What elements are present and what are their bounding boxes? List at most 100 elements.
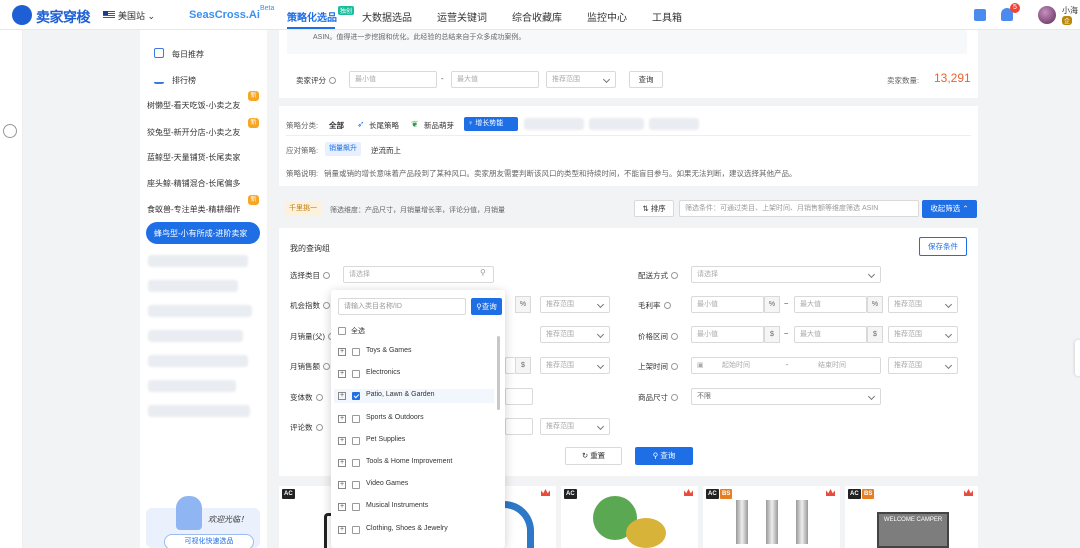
sidebar-item-bluewhale[interactable]: 蓝鲸型-天量铺货-长尾卖家	[147, 152, 240, 163]
book-icon[interactable]	[974, 9, 986, 21]
opportunity-range-select[interactable]: 推荐范围	[540, 296, 610, 313]
sprout-icon: ❦	[411, 119, 419, 129]
bar-chart-icon	[154, 74, 164, 84]
sales-range-select[interactable]: 推荐范围	[540, 326, 610, 343]
save-conditions-button[interactable]: 保存条件	[919, 237, 967, 256]
category-longtail[interactable]: 长尾策略	[369, 120, 399, 131]
expand-icon[interactable]: +	[338, 525, 346, 534]
sidebar-item-sloth[interactable]: 树懒型-看天吃饭-小卖之友	[147, 100, 240, 111]
unit-dollar: $	[867, 326, 883, 343]
category-checkbox[interactable]	[352, 481, 360, 490]
filter-dims: 筛选维度：产品尺寸，月销量增长率，评论分值，月销量	[330, 207, 505, 214]
category-item-label: Pet Supplies	[366, 435, 406, 443]
response-against-tide[interactable]: 逆流而上	[371, 145, 401, 156]
listing-range-select[interactable]: 推荐范围	[888, 357, 958, 374]
seller-rating-range-select[interactable]: 推荐范围	[546, 71, 616, 88]
category-checkbox[interactable]	[352, 370, 360, 379]
seller-query-button[interactable]: 查询	[629, 71, 663, 88]
user-name[interactable]: 小海	[1062, 5, 1078, 16]
expand-icon[interactable]: +	[338, 503, 346, 512]
category-select[interactable]: 请选择	[343, 266, 494, 283]
blurred-item	[148, 305, 252, 317]
sidebar-item-hummingbird[interactable]: 蜂鸟型-小有所成-进阶卖家	[146, 222, 260, 244]
price-min-input[interactable]: 最小值	[691, 326, 764, 343]
variants-input-partial[interactable]	[505, 388, 533, 405]
nav-monitor[interactable]: 监控中心	[587, 9, 627, 24]
category-growth[interactable]: ♀ 增长势能	[464, 117, 518, 131]
collapse-filter-button[interactable]: 收起筛选 ⌃	[922, 200, 977, 218]
select-all-checkbox[interactable]	[338, 327, 346, 335]
size-select[interactable]: 不限	[691, 388, 881, 405]
expand-icon[interactable]: +	[338, 459, 346, 467]
query-button[interactable]: ⚲ 查询	[635, 447, 693, 465]
category-checkbox[interactable]	[352, 414, 360, 423]
margin-min-input[interactable]: 最小值	[691, 296, 764, 313]
category-item[interactable]: + Toys & Games	[338, 345, 498, 359]
category-checkbox[interactable]	[352, 459, 360, 467]
sidebar-item-ranking[interactable]: 排行榜	[172, 75, 196, 86]
category-item[interactable]: + Video Games	[338, 478, 498, 492]
site-selector[interactable]: 美国站 ⌄	[118, 9, 155, 22]
price-max-input[interactable]: 最大值	[794, 326, 867, 343]
category-item[interactable]: + Sports & Outdoors	[338, 412, 498, 426]
expand-icon[interactable]: +	[338, 436, 346, 445]
product-card[interactable]: AC BS WELCOME CAMPER	[845, 486, 978, 548]
category-item[interactable]: + Patio, Lawn & Garden	[334, 389, 494, 404]
nav-strategy-selection[interactable]: 策略化选品	[287, 9, 337, 24]
reviews-range-select[interactable]: 推荐范围	[540, 418, 610, 435]
category-search-button[interactable]: ⚲查询	[471, 298, 502, 315]
nav-big-data[interactable]: 大数据选品	[362, 9, 412, 24]
avatar[interactable]	[1038, 6, 1056, 24]
reviews-input-partial[interactable]	[505, 418, 533, 435]
product-card[interactable]: AC	[561, 486, 698, 548]
expand-icon[interactable]: +	[338, 414, 346, 423]
expand-icon[interactable]: +	[338, 370, 346, 379]
price-range-select[interactable]: 推荐范围	[888, 326, 958, 343]
category-item[interactable]: + Clothing, Shoes & Jewelry	[338, 523, 498, 537]
quick-select-button[interactable]: 可视化快速选品	[164, 534, 254, 548]
category-checkbox[interactable]	[352, 503, 360, 512]
expand-icon[interactable]: +	[338, 481, 346, 490]
delivery-select[interactable]: 请选择	[691, 266, 881, 283]
reset-button[interactable]: ↻ 重置	[565, 447, 622, 465]
dropdown-scrollbar[interactable]	[497, 336, 500, 410]
category-all[interactable]: 全部	[329, 120, 344, 131]
seascross-link[interactable]: SeasCross.Ai	[189, 9, 260, 21]
seller-rating-max-input[interactable]: 最大值	[451, 71, 539, 88]
category-item[interactable]: + Electronics	[338, 367, 498, 381]
category-checkbox[interactable]	[352, 348, 360, 356]
sidebar-item-rabbit[interactable]: 狡兔型-新开分店-小卖之友	[147, 127, 240, 138]
category-item[interactable]: + Tools & Home Improvement	[338, 456, 498, 470]
nav-favorites[interactable]: 综合收藏库	[512, 9, 562, 24]
blurred-item	[524, 118, 584, 130]
sidebar-item-anteater[interactable]: 食蚁兽-专注单类-精耕细作	[147, 204, 240, 215]
category-checkbox[interactable]	[352, 392, 360, 401]
expand-icon[interactable]: +	[338, 392, 346, 401]
revenue-range-select[interactable]: 推荐范围	[540, 357, 610, 374]
category-new[interactable]: 新品萌芽	[424, 120, 454, 131]
blurred-item	[148, 330, 243, 342]
category-search-input[interactable]: 请输入类目名称/ID	[338, 298, 466, 315]
nav-keywords[interactable]: 运营关键词	[437, 9, 487, 24]
category-item[interactable]: + Pet Supplies	[338, 434, 498, 448]
side-handle[interactable]	[1075, 340, 1080, 376]
unit-pct: %	[515, 296, 531, 313]
sort-button[interactable]: ⇅ 排序	[634, 200, 674, 217]
filter-condition-input[interactable]: 筛选条件：可通过类目、上架时间、月销售额等维度筛选 ASIN	[679, 200, 919, 217]
listing-date-range[interactable]: ▣ 起始时间 - 结束时间	[691, 357, 881, 374]
margin-range-select[interactable]: 推荐范围	[888, 296, 958, 313]
ac-badge: AC	[564, 489, 577, 499]
response-sales-surge[interactable]: 销量飙升	[325, 142, 361, 156]
expand-icon[interactable]: +	[338, 348, 346, 356]
margin-max-input[interactable]: 最大值	[794, 296, 867, 313]
nav-toolbox[interactable]: 工具箱	[652, 9, 682, 24]
revenue-input-partial[interactable]	[505, 357, 515, 374]
category-checkbox[interactable]	[352, 525, 360, 534]
sidebar-item-humpback[interactable]: 座头鲸-精铺混合-长尾偏多	[147, 178, 240, 189]
product-card[interactable]: AC BS	[703, 486, 840, 548]
category-checkbox[interactable]	[352, 436, 360, 445]
compass-icon[interactable]	[3, 124, 17, 138]
seller-rating-min-input[interactable]: 最小值	[349, 71, 437, 88]
category-item[interactable]: + Musical Instruments	[338, 500, 498, 514]
sidebar-item-daily[interactable]: 每日推荐	[172, 49, 204, 60]
